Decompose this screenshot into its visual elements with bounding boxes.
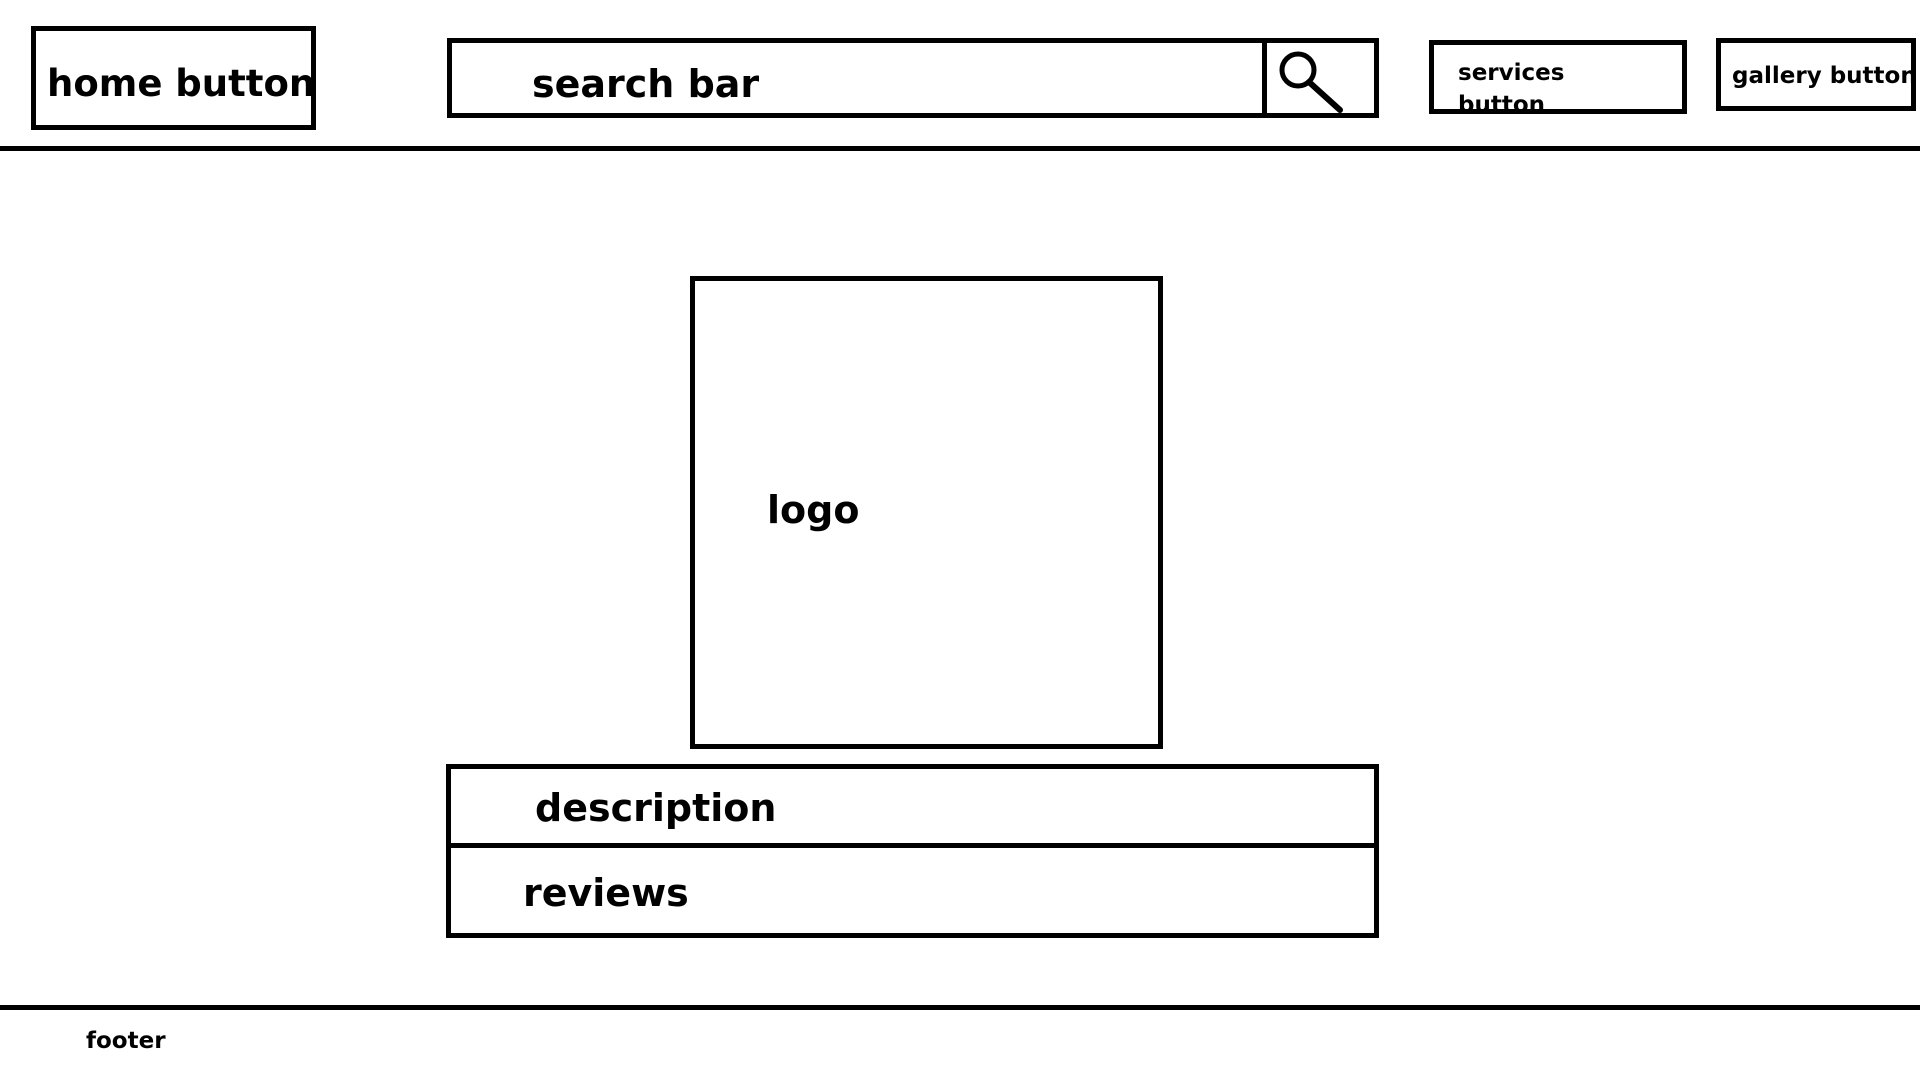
services-button[interactable]: services button [1429, 40, 1687, 118]
search-icon[interactable] [1278, 48, 1348, 114]
reviews-label: reviews [523, 871, 689, 915]
description-section[interactable]: description [451, 769, 1374, 843]
search-bar-label: search bar [532, 62, 760, 106]
info-panel: description reviews [446, 764, 1379, 938]
reviews-section[interactable]: reviews [451, 848, 1374, 933]
services-button-label: services button [1458, 60, 1565, 118]
gallery-button-label: gallery button [1732, 63, 1917, 89]
logo-placeholder: logo [690, 276, 1163, 749]
description-label: description [535, 786, 777, 830]
search-divider [1262, 43, 1267, 113]
footer-divider [0, 1005, 1920, 1010]
home-button[interactable]: home button [31, 26, 316, 130]
header-divider [0, 146, 1920, 151]
logo-label: logo [767, 488, 860, 532]
home-button-label: home button [47, 62, 316, 105]
search-bar[interactable]: search bar [447, 38, 1379, 118]
gallery-button[interactable]: gallery button [1716, 38, 1917, 111]
footer-label: footer [86, 1028, 166, 1054]
